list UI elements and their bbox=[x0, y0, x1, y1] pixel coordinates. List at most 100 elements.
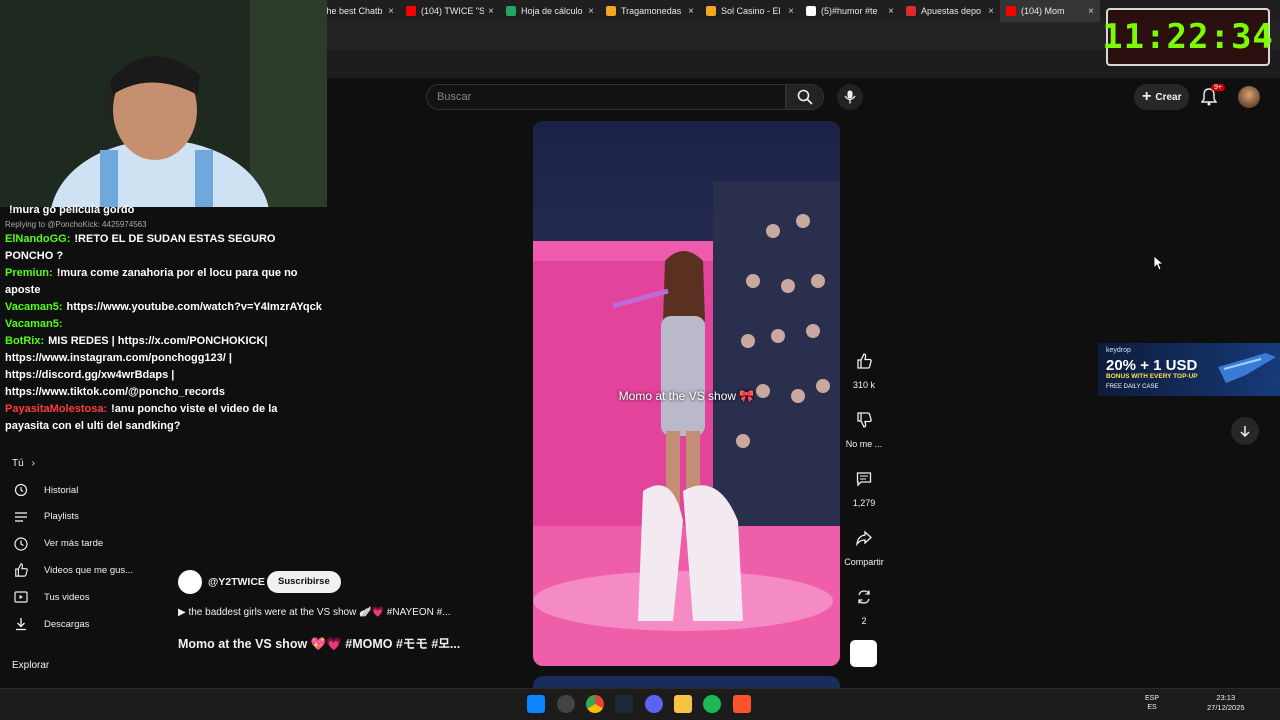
ad-brand: keydrop bbox=[1106, 347, 1131, 354]
chat-message: PayasitaMolestosa: !anu poncho viste el v… bbox=[5, 401, 322, 435]
tab-title: Apuestas depo bbox=[921, 6, 982, 16]
remix-count: 2 bbox=[861, 616, 867, 626]
browser-tab[interactable]: Hoja de cálculo × bbox=[500, 0, 600, 22]
like-action[interactable]: 310 k bbox=[843, 346, 885, 390]
playlist-icon bbox=[12, 508, 30, 526]
sidebar-item-ver-m-s-tarde[interactable]: Ver más tarde bbox=[12, 535, 103, 553]
steam-icon[interactable] bbox=[615, 695, 633, 713]
tab-title: (5)#humor #te bbox=[821, 6, 878, 16]
ad-subline: BONUS WITH EVERY TOP-UP bbox=[1106, 373, 1198, 380]
chat-message: Vacaman5: bbox=[5, 316, 322, 333]
stream-chat: !mura go pelicula gordo Replying to @Ponc… bbox=[0, 202, 327, 447]
windows-start-icon[interactable] bbox=[527, 695, 545, 713]
remix-button[interactable] bbox=[849, 582, 879, 612]
close-tab-icon[interactable]: × bbox=[488, 6, 494, 17]
notification-badge: 9+ bbox=[1211, 84, 1225, 91]
chat-text: MIS REDES | https://x.com/PONCHOKICK| ht… bbox=[5, 335, 268, 398]
like-button[interactable] bbox=[849, 346, 879, 376]
audio-thumbnail[interactable] bbox=[850, 640, 877, 667]
comments-action[interactable]: 1,279 bbox=[843, 464, 885, 508]
remix-action[interactable]: 2 bbox=[843, 582, 885, 626]
channel-name[interactable]: @Y2TWICE bbox=[208, 576, 265, 588]
mouse-cursor-icon bbox=[1154, 256, 1164, 270]
close-tab-icon[interactable]: × bbox=[1088, 6, 1094, 17]
tab-favicon-icon bbox=[406, 6, 416, 16]
chat-message: Vacaman5: https://www.youtube.com/watch?v… bbox=[5, 299, 322, 316]
language-indicator[interactable]: ESP ES bbox=[1145, 694, 1159, 712]
streamer-camera-feed bbox=[0, 0, 327, 207]
browser-tab[interactable]: (104) TWICE "S × bbox=[400, 0, 500, 22]
arrow-down-icon bbox=[1240, 426, 1250, 437]
file-explorer-icon[interactable] bbox=[674, 695, 692, 713]
clock-date: 27/12/2025 bbox=[1207, 703, 1245, 712]
system-clock[interactable]: 23:13 27/12/2025 bbox=[1207, 693, 1245, 713]
comments-count: 1,279 bbox=[852, 498, 876, 508]
tab-favicon-icon bbox=[506, 6, 516, 16]
clock-time: 23:13 bbox=[1216, 693, 1236, 702]
language-secondary: ES bbox=[1147, 704, 1157, 711]
sidebar-item-videos-que-me-gus[interactable]: Videos que me gus... bbox=[12, 561, 133, 579]
sidebar-item-historial[interactable]: Historial bbox=[12, 481, 78, 499]
create-button[interactable]: + Crear bbox=[1134, 84, 1190, 110]
dislike-label: No me ... bbox=[845, 439, 883, 449]
voice-search-button[interactable] bbox=[837, 84, 863, 110]
webcam-overlay bbox=[0, 0, 327, 207]
sidebar-you-section[interactable]: Tú › bbox=[12, 458, 35, 469]
browser-tab[interactable]: Tragamonedas × bbox=[600, 0, 700, 22]
close-tab-icon[interactable]: × bbox=[588, 6, 594, 17]
dislike-button[interactable] bbox=[849, 405, 879, 435]
tab-favicon-icon bbox=[606, 6, 616, 16]
video-description[interactable]: ▶ the baddest girls were at the VS show … bbox=[178, 607, 451, 618]
subscribe-button[interactable]: Suscribirse bbox=[267, 571, 341, 593]
comments-button[interactable] bbox=[849, 464, 879, 494]
thumbs-up-icon bbox=[12, 561, 30, 579]
tab-favicon-icon bbox=[1006, 6, 1016, 16]
dislike-action[interactable]: No me ... bbox=[843, 405, 885, 449]
keydrop-ad[interactable]: keydrop 20% + 1 USD BONUS WITH EVERY TOP… bbox=[1098, 343, 1280, 396]
sidebar-item-label: Historial bbox=[44, 484, 79, 496]
chat-username: Premiun: bbox=[5, 267, 53, 279]
ad-cta: FREE DAILY CASE bbox=[1106, 384, 1159, 390]
share-action[interactable]: Compartir bbox=[843, 523, 885, 567]
sidebar-item-label: Videos que me gus... bbox=[44, 564, 134, 576]
close-tab-icon[interactable]: × bbox=[988, 6, 994, 17]
close-tab-icon[interactable]: × bbox=[388, 6, 394, 17]
chrome-icon[interactable] bbox=[586, 695, 604, 713]
ad-headline: 20% + 1 USD bbox=[1106, 357, 1198, 374]
sidebar-item-label: Descargas bbox=[44, 618, 90, 630]
create-label: Crear bbox=[1155, 91, 1182, 103]
browser-tab[interactable]: Apuestas depo × bbox=[900, 0, 1000, 22]
share-label: Compartir bbox=[844, 557, 884, 567]
close-tab-icon[interactable]: × bbox=[788, 6, 794, 17]
next-video-preview[interactable] bbox=[533, 676, 840, 688]
download-icon bbox=[12, 615, 30, 633]
next-short-button[interactable] bbox=[1231, 417, 1259, 445]
chat-message: ElNandoGG: !RETO EL DE SUDAN ESTAS SEGURO… bbox=[5, 231, 322, 265]
chat-message: Premiun: !mura come zanahoria por el locu… bbox=[5, 265, 322, 299]
tab-title: (104) TWICE "S bbox=[421, 6, 485, 16]
close-tab-icon[interactable]: × bbox=[888, 6, 894, 17]
brave-icon[interactable] bbox=[733, 695, 751, 713]
sidebar-item-descargas[interactable]: Descargas bbox=[12, 615, 89, 633]
browser-tab[interactable]: (5)#humor #te × bbox=[800, 0, 900, 22]
search-button[interactable] bbox=[786, 84, 824, 110]
notifications-button[interactable]: 9+ bbox=[1200, 84, 1225, 106]
video-title[interactable]: Momo at the VS show 💖💗 #MOMO #モモ #모... bbox=[178, 633, 460, 652]
search-input[interactable]: Buscar bbox=[426, 84, 786, 110]
discord-icon[interactable] bbox=[645, 695, 663, 713]
browser-tab[interactable]: (104) Mom × bbox=[1000, 0, 1100, 22]
share-button[interactable] bbox=[849, 523, 879, 553]
sidebar-item-tus-videos[interactable]: Tus videos bbox=[12, 588, 90, 606]
channel-avatar[interactable] bbox=[178, 570, 202, 594]
avatar[interactable] bbox=[1238, 86, 1260, 108]
sidebar-item-label: Playlists bbox=[44, 511, 79, 523]
chat-username: ElNandoGG: bbox=[5, 233, 71, 245]
spotify-icon[interactable] bbox=[703, 695, 721, 713]
sidebar-item-playlists[interactable]: Playlists bbox=[12, 508, 79, 526]
short-video-player[interactable]: Momo at the VS show 🎀 bbox=[533, 121, 840, 666]
tab-favicon-icon bbox=[706, 6, 716, 16]
chat-text: !mura go pelicula gordo bbox=[9, 204, 135, 216]
obs-icon[interactable] bbox=[557, 695, 575, 713]
browser-tab[interactable]: Sol Casino - El × bbox=[700, 0, 800, 22]
close-tab-icon[interactable]: × bbox=[688, 6, 694, 17]
